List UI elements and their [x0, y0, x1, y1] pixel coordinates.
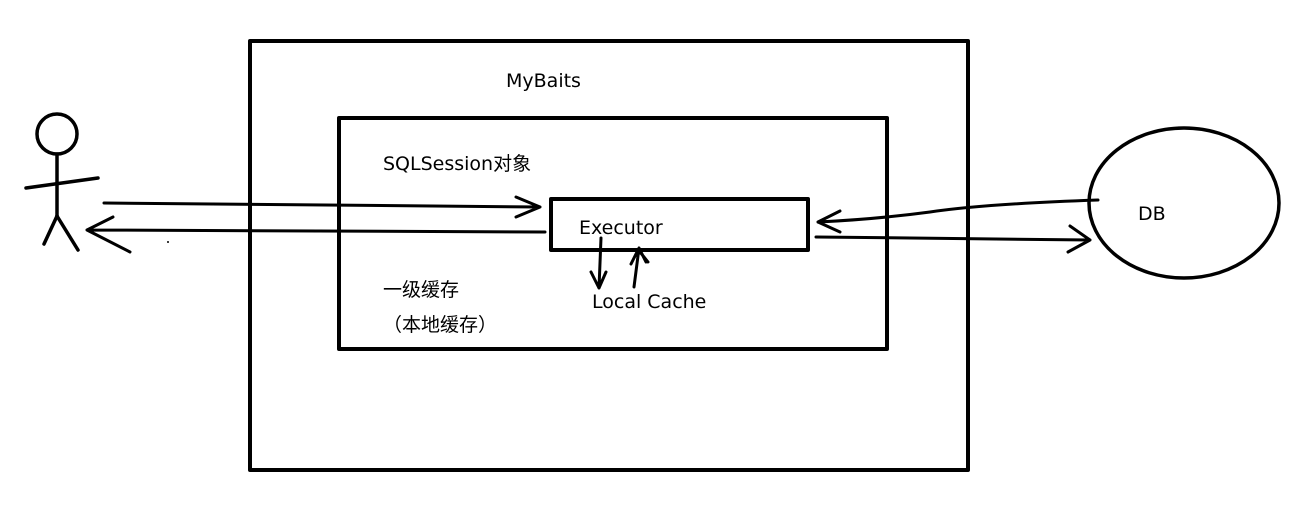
local-cache-cn-label: （本地缓存） — [383, 314, 497, 336]
executor-to-cache-arrow — [589, 236, 608, 290]
circle-icon — [1087, 126, 1281, 280]
mybatis-box — [248, 39, 970, 472]
db-label: DB — [1138, 203, 1166, 225]
executor-to-db-arrow — [814, 224, 1092, 254]
mybatis-label: MyBaits — [506, 70, 581, 92]
executor-label: Executor — [579, 217, 663, 239]
request-arrow — [102, 195, 542, 219]
response-arrow — [85, 215, 547, 254]
sqlsession-label: SQLSession对象 — [383, 153, 531, 175]
db-to-executor-arrow — [816, 198, 1100, 234]
stray-dot — [167, 241, 169, 243]
local-cache-label: Local Cache — [592, 291, 706, 313]
cache-to-executor-arrow — [629, 246, 650, 289]
mybatis-cache-diagram: MyBaits SQLSession对象 Executor Local Cach… — [24, 39, 1281, 472]
first-level-cache-label: 一级缓存 — [383, 279, 459, 301]
